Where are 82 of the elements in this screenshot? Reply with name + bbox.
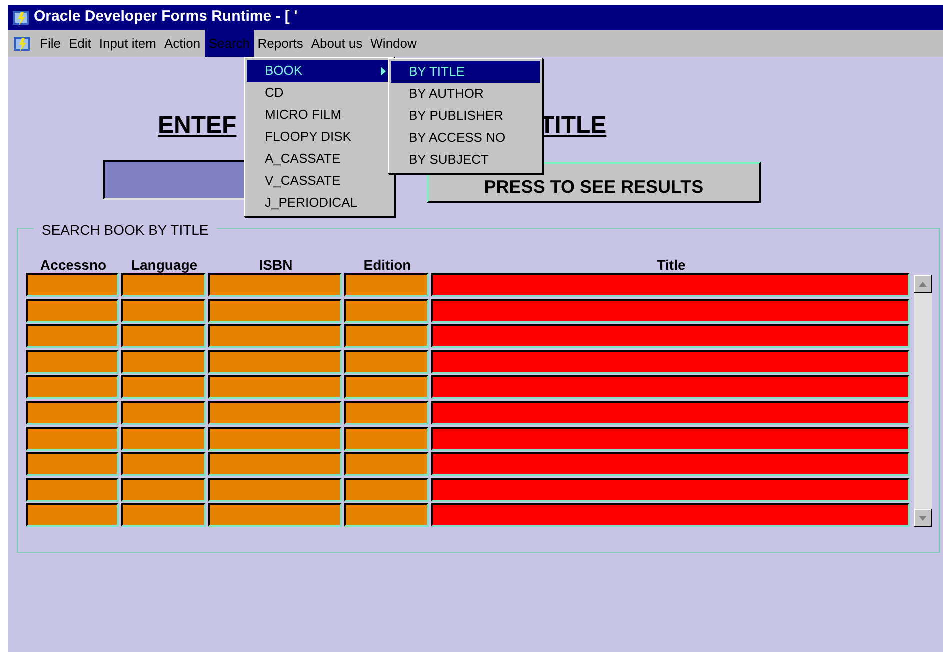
table-field[interactable] xyxy=(121,350,206,374)
table-field[interactable] xyxy=(26,350,119,374)
table-field[interactable] xyxy=(344,478,429,502)
table-field[interactable] xyxy=(121,375,206,400)
table-field[interactable] xyxy=(121,478,206,502)
table-field[interactable] xyxy=(431,298,910,323)
column-header: Language xyxy=(130,256,199,275)
table-field[interactable] xyxy=(344,350,429,374)
table-field[interactable] xyxy=(344,298,429,323)
scroll-down-button[interactable] xyxy=(914,509,932,527)
table-field[interactable] xyxy=(431,478,910,502)
table-field[interactable] xyxy=(208,478,342,502)
heading: TITLE xyxy=(540,111,607,141)
table-field[interactable] xyxy=(26,400,119,425)
table-field[interactable] xyxy=(344,452,429,476)
table-field[interactable] xyxy=(431,426,910,451)
table-field[interactable] xyxy=(208,375,342,400)
table-field[interactable] xyxy=(431,324,910,348)
table-field[interactable] xyxy=(344,375,429,400)
table-field[interactable] xyxy=(208,298,342,323)
table-field[interactable] xyxy=(121,400,206,425)
scroll-up-button[interactable] xyxy=(914,275,932,293)
table-field[interactable] xyxy=(431,350,910,374)
column-header: Accessno xyxy=(39,256,108,275)
menu-item[interactable]: File xyxy=(36,30,65,57)
menu-item[interactable]: V_CASSATE xyxy=(247,170,392,192)
table-field[interactable] xyxy=(26,298,119,323)
menu-item[interactable]: Window xyxy=(366,30,421,57)
table-field[interactable] xyxy=(208,324,342,348)
table-field[interactable] xyxy=(26,452,119,476)
table-field[interactable] xyxy=(26,426,119,451)
menu-item[interactable]: BY AUTHOR xyxy=(391,83,540,105)
table-field[interactable] xyxy=(26,324,119,348)
table-field[interactable] xyxy=(121,503,206,528)
table-field[interactable] xyxy=(431,375,910,400)
table-field[interactable] xyxy=(26,273,119,297)
menu-item[interactable]: BY TITLE xyxy=(391,61,540,83)
table-field[interactable] xyxy=(344,400,429,425)
menu-item[interactable]: Input item xyxy=(95,30,160,57)
table-field[interactable] xyxy=(344,324,429,348)
menu-item[interactable]: CD xyxy=(247,82,392,104)
table-field[interactable] xyxy=(431,400,910,425)
menu-item[interactable]: BY PUBLISHER xyxy=(391,105,540,127)
app-icon xyxy=(12,8,30,26)
table-field[interactable] xyxy=(208,503,342,528)
table-field[interactable] xyxy=(26,375,119,400)
scrollbar[interactable] xyxy=(914,275,932,527)
table-field[interactable] xyxy=(121,426,206,451)
menu-item[interactable]: J_PERIODICAL xyxy=(247,192,392,214)
column-header: Title xyxy=(656,256,687,275)
table-field[interactable] xyxy=(208,452,342,476)
table-field[interactable] xyxy=(26,478,119,502)
column-header: ISBN xyxy=(258,256,294,275)
table-field[interactable] xyxy=(208,350,342,374)
window-title: Oracle Developer Forms Runtime - [ ' xyxy=(34,7,298,28)
column-header: Edition xyxy=(362,256,412,275)
table-field[interactable] xyxy=(208,426,342,451)
menu-item[interactable]: About us xyxy=(307,30,367,57)
table-field[interactable] xyxy=(208,400,342,425)
menu-item[interactable]: A_CASSATE xyxy=(247,148,392,170)
table-field[interactable] xyxy=(431,452,910,476)
menu-item[interactable]: MICRO FILM xyxy=(247,104,392,126)
app-icon[interactable] xyxy=(12,34,32,52)
menu-item[interactable]: BY ACCESS NO xyxy=(391,127,540,149)
table-field[interactable] xyxy=(344,503,429,528)
table-field[interactable] xyxy=(26,503,119,528)
table-field[interactable] xyxy=(431,503,910,528)
menu-item[interactable]: FLOOPY DISK xyxy=(247,126,392,148)
table-field[interactable] xyxy=(344,426,429,451)
heading: ENTEF xyxy=(158,111,237,141)
menu-item[interactable]: Edit xyxy=(64,30,96,57)
table-field[interactable] xyxy=(121,452,206,476)
table-field[interactable] xyxy=(121,324,206,348)
down-arrow-icon xyxy=(919,516,927,520)
table-field[interactable] xyxy=(121,273,206,297)
table-field[interactable] xyxy=(208,273,342,297)
menu-item[interactable]: Reports xyxy=(254,30,308,57)
table-field[interactable] xyxy=(431,273,910,297)
table-field[interactable] xyxy=(121,298,206,323)
menu-item[interactable]: Action xyxy=(160,30,205,57)
up-arrow-icon xyxy=(919,282,927,286)
table-field[interactable] xyxy=(344,273,429,297)
